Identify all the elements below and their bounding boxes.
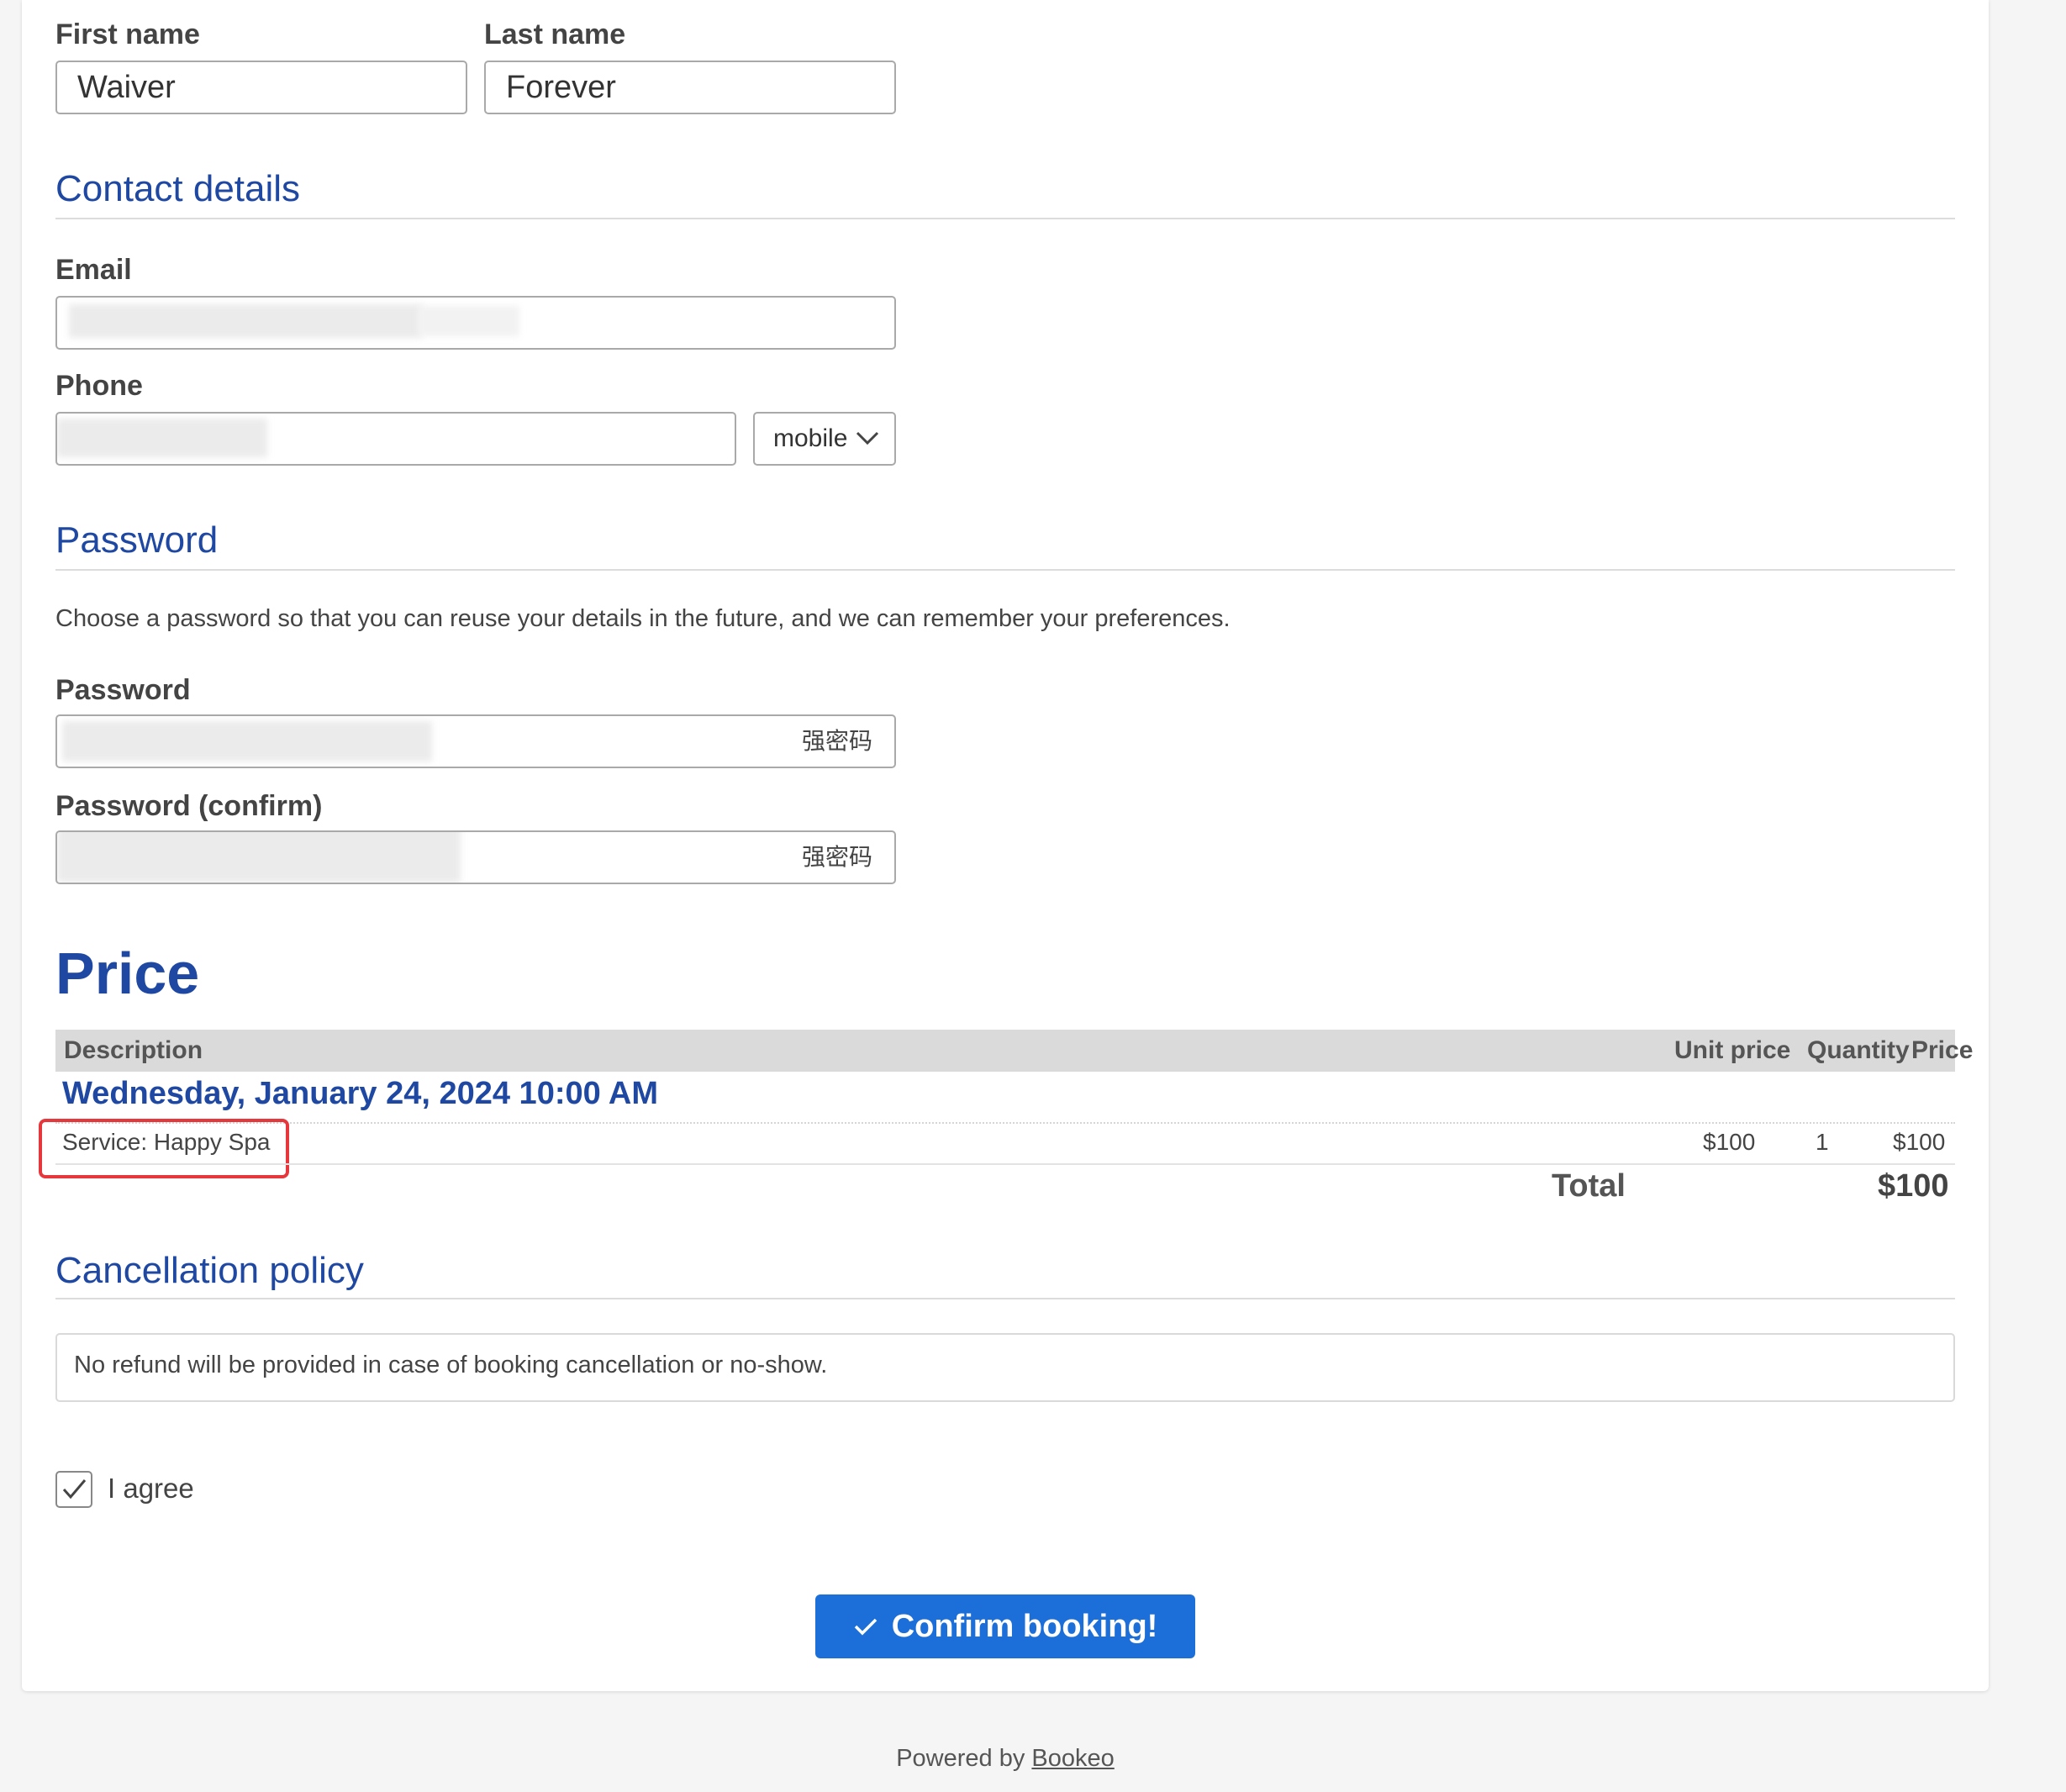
contact-details-heading: Contact details bbox=[55, 168, 301, 209]
column-unit-price: Unit price bbox=[1674, 1036, 1791, 1064]
password-input[interactable]: 强密码 bbox=[55, 714, 896, 768]
cancellation-divider bbox=[55, 1298, 1955, 1299]
password-divider bbox=[55, 569, 1955, 571]
total-value: $100 bbox=[1878, 1168, 1949, 1204]
phone-type-value: mobile bbox=[773, 424, 848, 452]
agree-label: I agree bbox=[108, 1473, 194, 1504]
password-confirm-input[interactable]: 强密码 bbox=[55, 830, 896, 884]
redacted-password-confirm bbox=[57, 832, 461, 883]
redacted-password bbox=[62, 721, 432, 762]
item-quantity: 1 bbox=[1816, 1129, 1829, 1155]
item-divider bbox=[55, 1163, 1955, 1165]
powered-by-text: Powered by bbox=[896, 1745, 1025, 1772]
email-input[interactable] bbox=[55, 296, 896, 350]
password-description: Choose a password so that you can reuse … bbox=[55, 605, 1231, 632]
total-label: Total bbox=[1552, 1168, 1626, 1204]
phone-type-select[interactable]: mobile bbox=[753, 412, 896, 466]
booking-form-card: First name Waiver Last name Forever Cont… bbox=[22, 0, 1989, 1691]
first-name-input[interactable]: Waiver bbox=[55, 61, 467, 114]
date-divider bbox=[55, 1122, 1955, 1124]
price-heading: Price bbox=[55, 941, 200, 1006]
agree-checkbox[interactable] bbox=[55, 1471, 92, 1508]
password-confirm-label: Password (confirm) bbox=[55, 790, 323, 822]
email-label: Email bbox=[55, 254, 132, 286]
column-description: Description bbox=[64, 1036, 203, 1064]
cancellation-policy-text: No refund will be provided in case of bo… bbox=[74, 1352, 828, 1378]
chevron-down-icon bbox=[856, 431, 879, 445]
redacted-email bbox=[69, 304, 422, 338]
checkmark-icon bbox=[62, 1479, 87, 1499]
column-price: Price bbox=[1911, 1036, 1974, 1064]
last-name-input[interactable]: Forever bbox=[484, 61, 896, 114]
item-unit-price: $100 bbox=[1703, 1129, 1756, 1155]
password-strength: 强密码 bbox=[801, 727, 872, 755]
item-price: $100 bbox=[1893, 1129, 1946, 1155]
password-label: Password bbox=[55, 674, 191, 706]
booking-date: Wednesday, January 24, 2024 10:00 AM bbox=[62, 1076, 658, 1111]
confirm-booking-label: Confirm booking! bbox=[891, 1608, 1158, 1644]
column-quantity: Quantity bbox=[1807, 1036, 1910, 1064]
phone-input[interactable] bbox=[55, 412, 736, 466]
bookeo-link[interactable]: Bookeo bbox=[1031, 1745, 1114, 1772]
redacted-phone bbox=[57, 419, 267, 457]
phone-label: Phone bbox=[55, 370, 143, 402]
price-table-header: Description Unit price Quantity Price bbox=[55, 1030, 1973, 1072]
last-name-label: Last name bbox=[484, 18, 626, 50]
password-heading: Password bbox=[55, 519, 219, 561]
highlight-box bbox=[39, 1119, 289, 1178]
first-name-label: First name bbox=[55, 18, 200, 50]
cancellation-policy-heading: Cancellation policy bbox=[55, 1250, 364, 1291]
confirm-booking-button[interactable]: Confirm booking! bbox=[815, 1594, 1195, 1658]
redacted-email-tail bbox=[419, 306, 519, 336]
password-confirm-strength: 强密码 bbox=[801, 843, 872, 871]
contact-divider bbox=[55, 218, 1955, 219]
cancellation-policy-box: No refund will be provided in case of bo… bbox=[55, 1333, 1955, 1402]
check-icon bbox=[854, 1618, 877, 1636]
footer: Powered by Bookeo bbox=[0, 1745, 2011, 1773]
